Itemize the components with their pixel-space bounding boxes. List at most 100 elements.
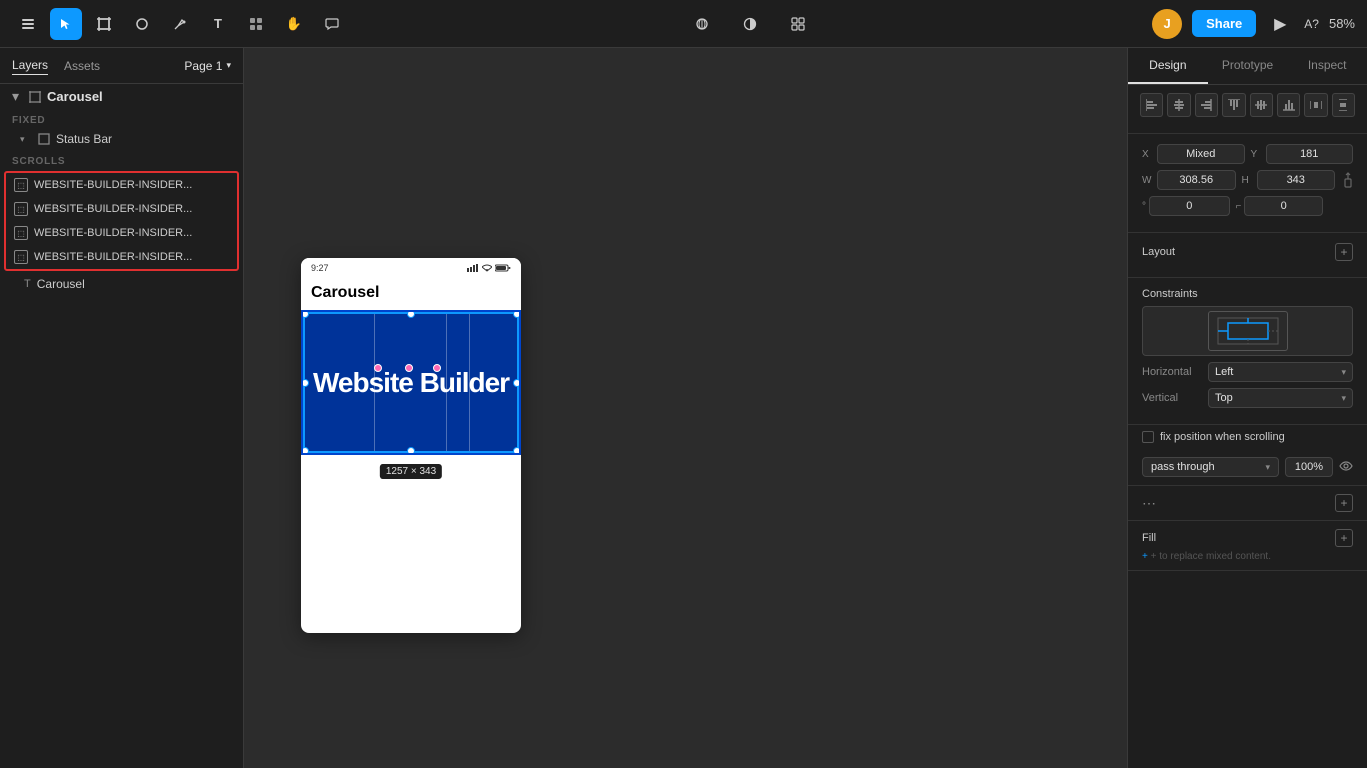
v-constraint-select[interactable]: Top ▾ <box>1208 388 1353 408</box>
h-constraint-select[interactable]: Left ▾ <box>1208 362 1353 382</box>
fix-position-checkbox[interactable] <box>1142 431 1154 443</box>
rotation-input[interactable]: 0 <box>1149 196 1230 216</box>
h-constraint-label: Horizontal <box>1142 366 1202 378</box>
handle-rm[interactable] <box>513 379 521 387</box>
grid-icon-btn[interactable] <box>686 8 718 40</box>
component-tool-btn[interactable] <box>240 8 272 40</box>
w-input[interactable]: 308.56 <box>1157 170 1236 190</box>
h-constraint-chevron: ▾ <box>1341 367 1346 378</box>
user-avatar[interactable]: J <box>1152 9 1182 39</box>
handle-bm[interactable] <box>407 447 415 455</box>
handle-tm[interactable] <box>407 310 415 318</box>
hand-tool-btn[interactable]: ✋ <box>278 8 310 40</box>
opacity-input[interactable]: 100% <box>1285 457 1333 477</box>
wh-row: W 308.56 H 343 <box>1142 170 1353 190</box>
handle-br[interactable] <box>513 447 521 455</box>
comment-tool-btn[interactable] <box>316 8 348 40</box>
rotation-field: ° 0 <box>1142 196 1230 216</box>
menu-tool-btn[interactable] <box>12 8 44 40</box>
canvas-area[interactable]: Carousel 9:27 Carousel <box>244 48 1127 768</box>
add-layout-btn[interactable]: + <box>1335 243 1353 261</box>
auto-label[interactable]: A? <box>1304 17 1319 31</box>
layer-item-label-4: WEBSITE-BUILDER-INSIDER... <box>34 251 192 263</box>
tab-layers[interactable]: Layers <box>12 56 48 75</box>
phone-carousel: Website Builder Insid <box>301 310 521 455</box>
layer-dots-icon[interactable]: ⋯ <box>1142 495 1156 512</box>
layer-item-4[interactable]: ⬚ WEBSITE-BUILDER-INSIDER... <box>6 245 237 269</box>
tab-prototype[interactable]: Prototype <box>1208 48 1288 84</box>
add-fill-btn[interactable]: + <box>1335 529 1353 547</box>
y-field: Y 181 <box>1251 144 1354 164</box>
play-button[interactable]: ▶ <box>1266 10 1294 38</box>
align-middle-btn[interactable] <box>1250 93 1273 117</box>
handle-tr[interactable] <box>513 310 521 318</box>
layer-carousel-frame[interactable]: ▾ Carousel <box>0 84 243 109</box>
align-right-btn[interactable] <box>1195 93 1218 117</box>
blend-mode-select[interactable]: pass through ▾ <box>1142 457 1279 477</box>
tab-inspect[interactable]: Inspect <box>1287 48 1367 84</box>
x-field: X Mixed <box>1142 144 1245 164</box>
constraint-viz <box>1208 311 1288 351</box>
layer-img-icon-2: ⬚ <box>14 202 28 216</box>
y-input[interactable]: 181 <box>1266 144 1354 164</box>
x-input[interactable]: Mixed <box>1157 144 1245 164</box>
status-bar-item[interactable]: ▾ Status Bar <box>0 128 243 150</box>
page-selector[interactable]: Page 1 ▾ <box>184 59 231 73</box>
zoom-level[interactable]: 58% <box>1329 16 1355 31</box>
layer-item-2[interactable]: ⬚ WEBSITE-BUILDER-INSIDER... <box>6 197 237 221</box>
phone-status-bar: 9:27 <box>301 258 521 278</box>
visibility-icon[interactable] <box>1339 460 1353 474</box>
status-bar-icon: ▾ <box>20 134 32 145</box>
phone-frame: 9:27 Carousel Website Builder Insid <box>301 258 521 633</box>
align-center-h-btn[interactable] <box>1167 93 1190 117</box>
fill-replace-text: + to replace mixed content. <box>1151 551 1271 562</box>
handle-lm[interactable] <box>301 379 309 387</box>
handle-tl[interactable] <box>301 310 309 318</box>
tab-design[interactable]: Design <box>1128 48 1208 84</box>
fix-position-row[interactable]: fix position when scrolling <box>1128 425 1367 449</box>
blend-mode-value: pass through <box>1151 461 1215 473</box>
toolbar: T ✋ J Share ▶ A? 58% <box>0 0 1367 48</box>
align-bottom-btn[interactable] <box>1277 93 1300 117</box>
fill-replace-link[interactable]: + <box>1142 551 1148 562</box>
toolbar-right: J Share ▶ A? 58% <box>1152 9 1355 39</box>
page-label: Page 1 <box>184 59 222 73</box>
fill-mixed-text: + + to replace mixed content. <box>1142 551 1353 562</box>
shape-tool-btn[interactable] <box>126 8 158 40</box>
add-layer-btn[interactable]: + <box>1335 494 1353 512</box>
status-bar-frame-icon <box>38 133 50 145</box>
component-icon-btn[interactable] <box>782 8 814 40</box>
contrast-icon-btn[interactable] <box>734 8 766 40</box>
corner-field: ⌐ 0 <box>1236 196 1324 216</box>
layer-item-3[interactable]: ⬚ WEBSITE-BUILDER-INSIDER... <box>6 221 237 245</box>
phone-signal-icons <box>467 264 511 272</box>
pen-tool-btn[interactable] <box>164 8 196 40</box>
scrolls-section-label: SCROLLS <box>0 150 243 169</box>
distribute-v-btn[interactable] <box>1332 93 1355 117</box>
fill-label: Fill <box>1142 532 1156 544</box>
handle-bl[interactable] <box>301 447 309 455</box>
selection-handles <box>303 312 519 453</box>
select-tool-btn[interactable] <box>50 8 82 40</box>
share-button[interactable]: Share <box>1192 10 1256 37</box>
carousel-container: Website Builder Insid <box>301 310 521 455</box>
corner-input[interactable]: 0 <box>1244 196 1323 216</box>
layer-item-1[interactable]: ⬚ WEBSITE-BUILDER-INSIDER... <box>6 173 237 197</box>
frame-tool-btn[interactable] <box>88 8 120 40</box>
align-top-btn[interactable] <box>1222 93 1245 117</box>
align-left-btn[interactable] <box>1140 93 1163 117</box>
h-input[interactable]: 343 <box>1257 170 1336 190</box>
layer-blend-row: pass through ▾ 100% <box>1128 449 1367 486</box>
tab-assets[interactable]: Assets <box>64 57 100 75</box>
layer-options-row: ⋯ + <box>1128 486 1367 521</box>
x-label: X <box>1142 149 1154 160</box>
distribute-h-btn[interactable] <box>1304 93 1327 117</box>
text-tool-btn[interactable]: T <box>202 8 234 40</box>
text-layer-label: Carousel <box>37 277 85 291</box>
lock-aspect-btn[interactable] <box>1343 171 1353 189</box>
xy-row: X Mixed Y 181 <box>1142 144 1353 164</box>
toolbar-center <box>356 8 1144 40</box>
text-layer-icon: T <box>24 278 31 290</box>
text-layer-item[interactable]: T Carousel <box>0 273 243 295</box>
carousel-frame-label: Carousel <box>47 89 103 104</box>
